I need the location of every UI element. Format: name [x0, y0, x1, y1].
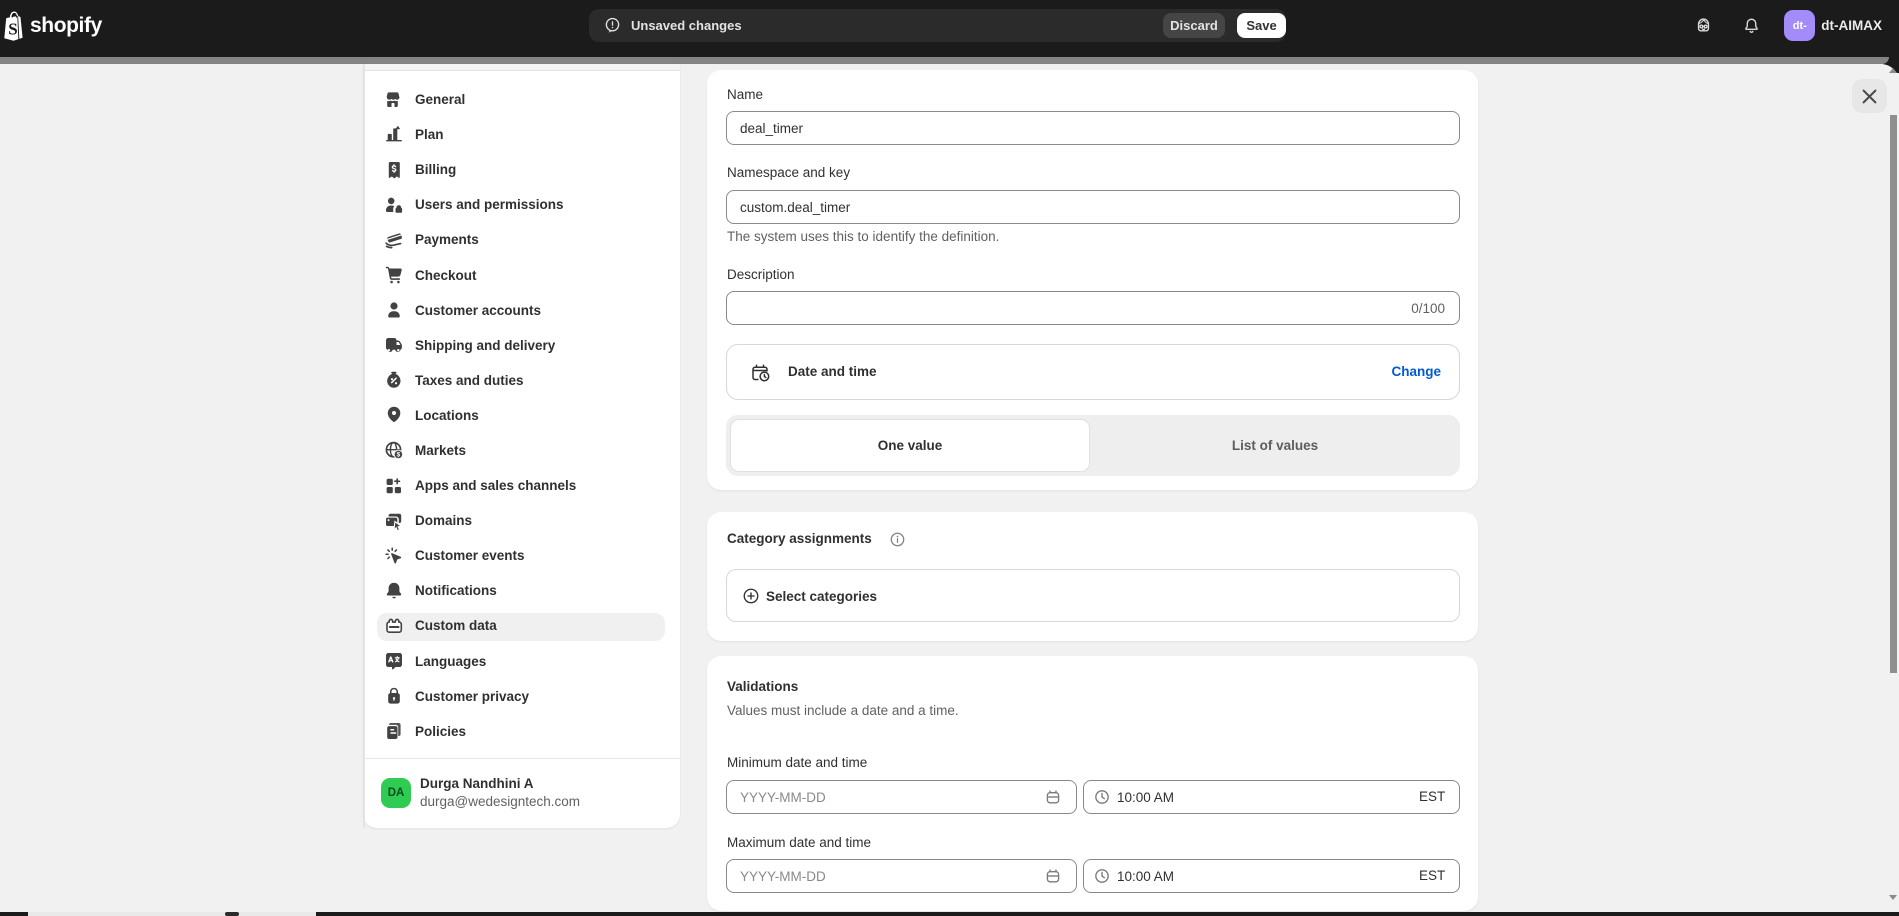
svg-text:$: $ — [397, 452, 401, 459]
svg-text:S: S — [8, 20, 17, 39]
